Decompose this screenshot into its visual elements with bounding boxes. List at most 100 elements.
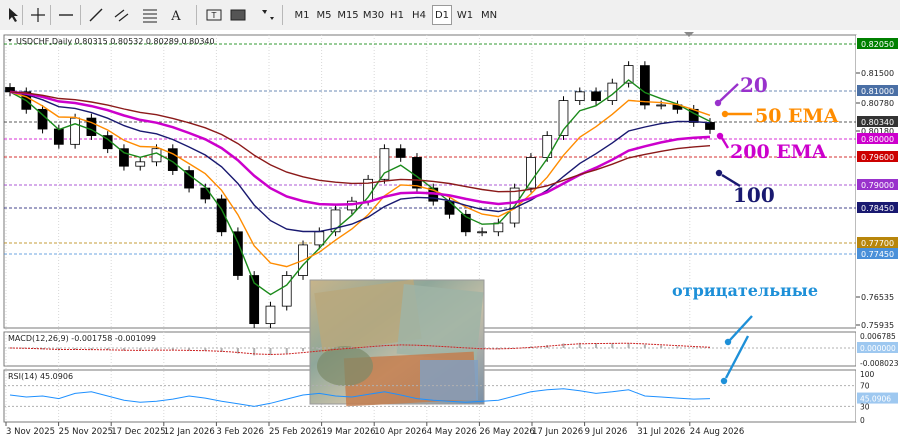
price-tick-label: 0.80340: [861, 118, 894, 127]
cursor-icon[interactable]: [4, 5, 24, 25]
shapes-menu-icon[interactable]: [258, 5, 278, 25]
price-tick-label: 0.79000: [861, 181, 894, 190]
date-tick-label: 19 Mar 2026: [322, 427, 376, 437]
price-tick-label: 0.77700: [861, 239, 894, 248]
price-tick-label: 0.77450: [861, 250, 894, 259]
candle-body-up: [379, 148, 390, 180]
toolbar-separator: [282, 5, 283, 25]
macd-axis-label: 0.006785: [860, 332, 896, 341]
banknote-blue: [420, 360, 478, 400]
toolbar-separator: [22, 5, 23, 25]
trendline-icon[interactable]: [86, 5, 106, 25]
timeframe-m1-button[interactable]: M1: [292, 5, 312, 25]
svg-text:T: T: [211, 11, 217, 20]
date-tick-label: 24 Aug 2026: [690, 427, 744, 437]
price-tick-label: 0.80780: [861, 99, 894, 108]
candle: [558, 96, 569, 140]
candle-body-down: [395, 148, 406, 158]
fibonacci-icon[interactable]: [140, 5, 160, 25]
date-tick-label: 9 Jul 2026: [585, 427, 628, 437]
candle-body-up: [314, 231, 325, 246]
date-tick-label: 17 Dec 2025: [111, 427, 165, 437]
price-tick-label: 0.78450: [861, 204, 894, 213]
timeframe-w1-button[interactable]: W1: [455, 5, 475, 25]
price-tick-label: 0.79600: [861, 153, 894, 162]
candle-body-up: [477, 231, 487, 234]
candle-body-down: [233, 231, 243, 276]
toolbar-separator: [80, 5, 81, 25]
candle-body-up: [574, 91, 585, 101]
annotation-arrowhead: [721, 110, 729, 118]
annotation-arrowhead: [716, 132, 724, 140]
candle-body-up: [656, 104, 667, 107]
timeframe-h1-button[interactable]: H1: [387, 5, 407, 25]
annotation-arrowhead: [720, 377, 728, 385]
candle: [330, 205, 341, 237]
date-tick-label: 12 Jan 2026: [164, 427, 215, 437]
rsi-label: RSI(14) 45.0906: [8, 372, 73, 381]
candle-body-down: [444, 200, 455, 215]
text-label-icon[interactable]: T: [204, 5, 224, 25]
rectangle-icon[interactable]: [228, 5, 248, 25]
candle-body-down: [86, 117, 97, 136]
date-tick-label: 3 Feb 2026: [216, 427, 264, 437]
chart-toolbar: A T M1 M5 M15 M30 H1 H4 D1 W1 MN: [0, 0, 900, 31]
candle-body-down: [591, 91, 601, 101]
date-tick-label: 17 Jun 2026: [532, 427, 583, 437]
price-tick-label: 0.75935: [861, 321, 894, 330]
candle-body-up: [526, 157, 536, 189]
timeframe-d1-button[interactable]: D1: [432, 5, 452, 25]
banknote-franc: [396, 284, 484, 362]
timeframe-m15-button[interactable]: M15: [336, 5, 360, 25]
candle-body-down: [705, 122, 715, 130]
price-chart[interactable]: 3 Nov 2025 25 Nov 202517 Dec 202512 Jan 2…: [0, 30, 900, 440]
price-tick-label: 0.76535: [861, 293, 894, 302]
annotation-arrowhead: [715, 169, 723, 177]
toolbar-separator: [50, 5, 51, 25]
macd-axis-label: 0.000000: [860, 344, 896, 353]
rsi-axis-label: 100: [860, 370, 875, 379]
annotation-1: 20: [740, 73, 768, 97]
price-tick-label: 0.80000: [861, 135, 894, 144]
annotation-arrowhead: [714, 99, 722, 107]
timeframe-mn-button[interactable]: MN: [478, 5, 500, 25]
date-tick-label: 25 Nov 2025: [59, 427, 113, 437]
rsi-axis-label: 30: [860, 402, 870, 411]
equidistant-channel-icon[interactable]: [112, 5, 132, 25]
date-tick-label: 3 Nov 2025: [6, 427, 55, 437]
macd-label: MACD(12,26,9) -0.001758 -0.001099: [8, 334, 156, 343]
candle-body-down: [119, 148, 129, 167]
crosshair-icon[interactable]: [28, 5, 48, 25]
timeframe-m30-button[interactable]: M30: [362, 5, 385, 25]
annotation-3: 200 EMA: [730, 141, 827, 163]
rsi-axis-label: 0: [860, 416, 865, 425]
annotation-arrowhead: [724, 338, 732, 346]
annotation-5: отрицательные: [672, 281, 818, 300]
svg-text:A: A: [170, 9, 181, 24]
timeframe-m5-button[interactable]: M5: [314, 5, 334, 25]
date-tick-label: 4 May 2026: [427, 427, 477, 437]
symbol-header: USDCHF,Daily 0.80315 0.80532 0.80289 0.8…: [16, 37, 215, 46]
date-tick-label: 25 Feb 2026: [269, 427, 322, 437]
portrait: [317, 346, 373, 386]
price-tick-label: 0.82050: [861, 40, 894, 49]
candle-body-down: [412, 157, 422, 189]
timeframe-h4-button[interactable]: H4: [409, 5, 429, 25]
banknotes-photo: [309, 279, 485, 407]
candle-body-down: [200, 187, 211, 200]
candle-body-up: [265, 305, 276, 325]
horizontal-line-icon[interactable]: [56, 5, 76, 25]
toolbar-separator: [196, 5, 197, 25]
price-tick-label: 0.81000: [861, 87, 894, 96]
candle-body-down: [640, 65, 650, 106]
candle: [249, 271, 260, 328]
date-tick-label: 26 May 2026: [479, 427, 534, 437]
date-tick-label: 10 Apr 2026: [374, 427, 427, 437]
candle: [281, 271, 292, 311]
rsi-axis-label: 70: [860, 382, 870, 391]
candle-body-up: [70, 117, 80, 145]
annotation-2: 50 EMA: [755, 105, 839, 127]
text-icon[interactable]: A: [166, 5, 186, 25]
price-tick-label: 0.81500: [861, 69, 894, 78]
macd-axis-label: -0.008023: [860, 359, 899, 368]
